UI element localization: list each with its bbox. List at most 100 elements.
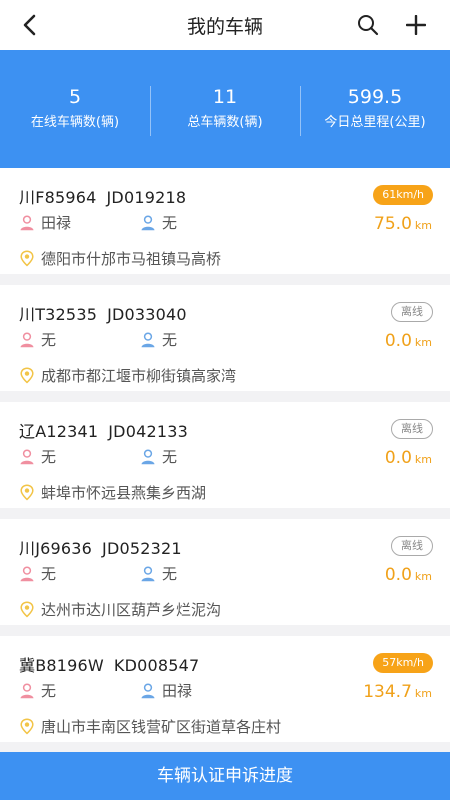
location-pin-icon: [20, 601, 34, 618]
driver: 无: [140, 563, 177, 584]
location-text: 成都市都江堰市柳街镇高家湾: [41, 367, 237, 385]
device-number: KD008547: [113, 656, 200, 675]
mileage: 0.0 km: [385, 448, 432, 468]
vehicle-card[interactable]: 冀B8196W KD008547 57km/h 无 田禄 134.7 km 唐山…: [0, 636, 450, 742]
driver: 无: [140, 329, 177, 350]
driver-name: 田禄: [162, 682, 193, 700]
vehicle-card[interactable]: 川F85964 JD019218 61km/h 田禄 无 75.0 km 德阳市…: [0, 168, 450, 274]
location-text: 达州市达川区葫芦乡烂泥沟: [41, 601, 222, 619]
plate-number: 冀B8196W: [19, 656, 104, 675]
plus-icon: [406, 15, 426, 35]
chevron-left-icon: [23, 14, 36, 36]
driver-icon: [141, 448, 155, 464]
mileage-unit: km: [414, 336, 432, 349]
stat-today-mileage: 599.5 今日总里程(公里): [300, 84, 450, 136]
person-icon: [20, 214, 34, 230]
owner-name: 无: [41, 682, 57, 700]
vehicle-list: 川F85964 JD019218 61km/h 田禄 无 75.0 km 德阳市…: [0, 168, 450, 753]
plate-number: 川F85964: [19, 188, 97, 207]
mileage-unit: km: [414, 570, 432, 583]
mileage-value: 0.0: [384, 565, 412, 585]
mileage-value: 75.0: [374, 214, 412, 234]
driver-icon: [141, 682, 155, 698]
plate-number: 川T32535: [19, 305, 98, 324]
driver-name: 无: [162, 448, 178, 466]
location: 德阳市什邡市马祖镇马高桥: [19, 248, 221, 269]
driver-name: 无: [162, 565, 178, 583]
people-row: 无 无: [19, 446, 429, 466]
people-row: 田禄 无: [19, 212, 429, 232]
owner-name: 田禄: [41, 214, 72, 232]
search-button[interactable]: [352, 9, 384, 41]
location-text: 蚌埠市怀远县燕集乡西湖: [41, 484, 207, 502]
speed-badge: 57km/h: [373, 653, 433, 673]
driver-name: 无: [162, 331, 178, 349]
search-icon: [358, 15, 379, 36]
location-pin-icon: [20, 367, 34, 384]
location-text: 唐山市丰南区钱营矿区街道草各庄村: [41, 718, 282, 736]
people-row: 无 无: [19, 563, 429, 583]
driver-icon: [141, 565, 155, 581]
navbar: 我的车辆: [0, 0, 450, 50]
mileage-value: 0.0: [384, 448, 412, 468]
owner: 无: [19, 329, 56, 350]
mileage: 0.0 km: [385, 331, 432, 351]
offline-badge: 离线: [391, 302, 433, 322]
certification-appeal-progress-button[interactable]: 车辆认证申诉进度: [0, 752, 450, 800]
plate-number: 川J69636: [19, 539, 93, 558]
mileage: 75.0 km: [374, 214, 432, 234]
vehicle-card[interactable]: 川T32535 JD033040 离线 无 无 0.0 km 成都市都江堰市柳街…: [0, 285, 450, 391]
location: 达州市达川区葫芦乡烂泥沟: [19, 599, 221, 620]
stat-online-vehicles: 5 在线车辆数(辆): [0, 84, 150, 134]
people-row: 无 无: [19, 329, 429, 349]
driver-icon: [141, 331, 155, 347]
person-icon: [20, 448, 34, 464]
offline-badge: 离线: [391, 419, 433, 439]
speed-badge: 61km/h: [373, 185, 433, 205]
stat-value: 5: [68, 86, 82, 108]
driver: 无: [140, 212, 177, 233]
stat-value: 599.5: [347, 86, 403, 108]
vehicle-id: 冀B8196W KD008547: [19, 652, 199, 676]
offline-badge: 离线: [391, 536, 433, 556]
mileage-unit: km: [414, 453, 432, 466]
owner: 田禄: [19, 212, 71, 233]
vehicle-card[interactable]: 辽A12341 JD042133 离线 无 无 0.0 km 蚌埠市怀远县燕集乡…: [0, 402, 450, 508]
vehicle-card[interactable]: 川J69636 JD052321 离线 无 无 0.0 km 达州市达川区葫芦乡…: [0, 519, 450, 625]
mileage-value: 134.7: [363, 682, 412, 702]
location: 唐山市丰南区钱营矿区街道草各庄村: [19, 716, 281, 737]
driver-icon: [141, 214, 155, 230]
add-vehicle-button[interactable]: [400, 9, 432, 41]
mileage-unit: km: [414, 219, 432, 232]
owner: 无: [19, 680, 56, 701]
owner-name: 无: [41, 331, 57, 349]
owner: 无: [19, 446, 56, 467]
stat-label: 今日总里程(公里): [324, 115, 426, 130]
vehicle-id: 川F85964 JD019218: [19, 184, 186, 208]
stat-label: 在线车辆数(辆): [30, 115, 120, 130]
owner-name: 无: [41, 565, 57, 583]
location: 成都市都江堰市柳街镇高家湾: [19, 365, 236, 386]
mileage: 134.7 km: [363, 682, 432, 702]
stat-value: 11: [212, 86, 238, 108]
location-text: 德阳市什邡市马祖镇马高桥: [41, 250, 222, 268]
device-number: JD052321: [102, 539, 182, 558]
person-icon: [20, 565, 34, 581]
driver-name: 无: [162, 214, 178, 232]
mileage: 0.0 km: [385, 565, 432, 585]
person-icon: [20, 331, 34, 347]
page-title: 我的车辆: [186, 15, 263, 38]
location: 蚌埠市怀远县燕集乡西湖: [19, 482, 206, 503]
driver: 田禄: [140, 680, 192, 701]
person-icon: [20, 682, 34, 698]
vehicle-id: 川T32535 JD033040: [19, 301, 187, 325]
device-number: JD019218: [106, 188, 187, 207]
driver: 无: [140, 446, 177, 467]
location-pin-icon: [20, 250, 34, 267]
location-pin-icon: [20, 484, 34, 501]
back-button[interactable]: [14, 9, 46, 41]
location-pin-icon: [20, 718, 34, 735]
owner: 无: [19, 563, 56, 584]
mileage-unit: km: [414, 687, 432, 700]
vehicle-id: 川J69636 JD052321: [19, 535, 182, 559]
